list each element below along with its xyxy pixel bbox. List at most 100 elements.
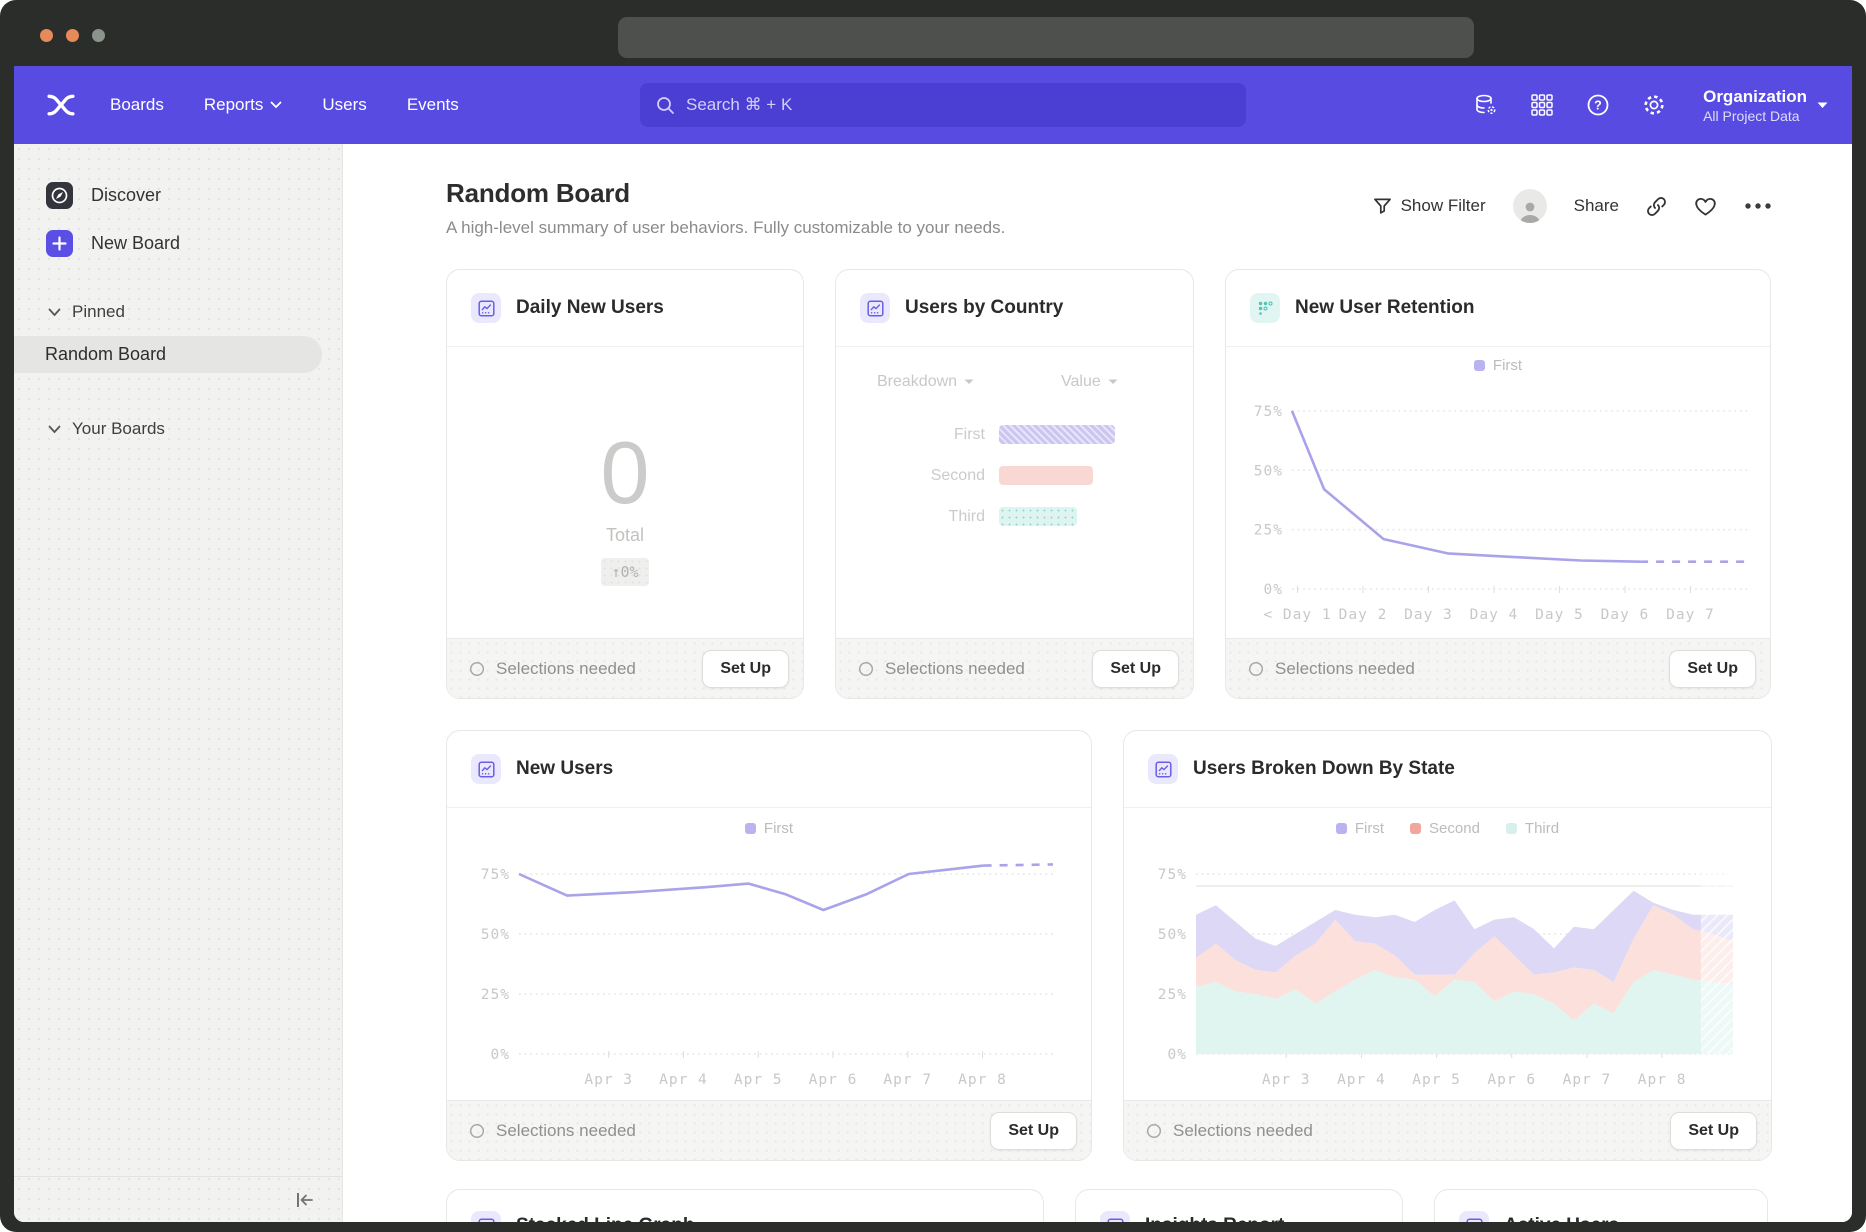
nav-item-label: Reports bbox=[204, 95, 264, 115]
window-close-button[interactable] bbox=[40, 29, 53, 42]
sidebar-item-new-board[interactable]: New Board bbox=[46, 230, 342, 257]
row-label: Third bbox=[836, 508, 999, 526]
svg-text:Apr 5: Apr 5 bbox=[734, 1072, 783, 1088]
card-new-users: New Users First 75%50%25%0%Apr 3Apr 4Apr… bbox=[446, 730, 1092, 1161]
sidebar-section-your-boards[interactable]: Your Boards bbox=[48, 419, 342, 439]
more-options-button[interactable] bbox=[1744, 202, 1772, 210]
card-active-users: Active Users bbox=[1434, 1189, 1768, 1222]
svg-text:Apr 4: Apr 4 bbox=[1337, 1072, 1386, 1088]
window-chrome bbox=[0, 0, 1866, 66]
org-name: Organization bbox=[1703, 86, 1807, 107]
legend-item: First bbox=[1474, 357, 1522, 374]
svg-text:25%: 25% bbox=[1254, 523, 1283, 539]
mixpanel-logo-icon[interactable] bbox=[46, 90, 76, 120]
svg-text:0%: 0% bbox=[1264, 582, 1283, 598]
compass-icon bbox=[46, 182, 73, 209]
set-up-button[interactable]: Set Up bbox=[1092, 650, 1179, 688]
card-daily-new-users: Daily New Users 0 Total ↑0% bbox=[446, 269, 804, 699]
value-dropdown[interactable]: Value bbox=[1061, 373, 1118, 391]
link-icon bbox=[1646, 196, 1667, 217]
favorite-button[interactable] bbox=[1694, 196, 1717, 217]
sidebar-section-label: Your Boards bbox=[72, 419, 165, 439]
settings-gear-icon[interactable] bbox=[1641, 92, 1667, 118]
svg-text:25%: 25% bbox=[481, 987, 510, 1003]
chevron-down-icon bbox=[48, 308, 61, 317]
svg-text:75%: 75% bbox=[1254, 404, 1283, 420]
plus-icon bbox=[46, 230, 73, 257]
svg-text:50%: 50% bbox=[1158, 927, 1187, 943]
data-management-icon[interactable] bbox=[1473, 92, 1499, 118]
svg-text:50%: 50% bbox=[481, 927, 510, 943]
show-filter-label: Show Filter bbox=[1401, 196, 1486, 216]
bar-third bbox=[999, 507, 1077, 526]
sidebar-section-pinned[interactable]: Pinned bbox=[48, 302, 342, 322]
card-title: Users by Country bbox=[905, 297, 1063, 319]
card-users-by-state: Users Broken Down By State FirstSecondTh… bbox=[1123, 730, 1772, 1161]
bar-first bbox=[999, 425, 1115, 444]
window-zoom-button[interactable] bbox=[92, 29, 105, 42]
svg-text:Apr 3: Apr 3 bbox=[1262, 1072, 1311, 1088]
avatar[interactable] bbox=[1513, 189, 1547, 223]
copy-link-button[interactable] bbox=[1646, 196, 1667, 217]
svg-text:0%: 0% bbox=[1168, 1047, 1187, 1063]
breakdown-dropdown[interactable]: Breakdown bbox=[877, 373, 974, 391]
set-up-button[interactable]: Set Up bbox=[1669, 650, 1756, 688]
page-subtitle: A high-level summary of user behaviors. … bbox=[446, 218, 1005, 238]
legend-item: First bbox=[745, 820, 793, 837]
show-filter-button[interactable]: Show Filter bbox=[1373, 196, 1486, 216]
status-text: Selections needed bbox=[496, 1121, 979, 1141]
metric-label: Total bbox=[606, 525, 644, 546]
share-button[interactable]: Share bbox=[1574, 196, 1619, 216]
svg-text:25%: 25% bbox=[1158, 987, 1187, 1003]
card-new-user-retention: New User Retention First 75%50%25%0%< Da… bbox=[1225, 269, 1771, 699]
sidebar-item-label: Random Board bbox=[45, 344, 166, 365]
person-icon bbox=[1517, 199, 1543, 223]
metric-delta-badge: ↑0% bbox=[601, 558, 648, 586]
chevron-down-icon bbox=[1817, 102, 1828, 109]
heart-icon bbox=[1694, 196, 1717, 217]
search-input[interactable]: Search ⌘ + K bbox=[640, 83, 1246, 127]
set-up-button[interactable]: Set Up bbox=[990, 1112, 1077, 1150]
ellipsis-icon bbox=[1744, 202, 1772, 210]
card-title: Stacked Line Graph bbox=[516, 1215, 694, 1222]
card-title: Active Users bbox=[1504, 1215, 1619, 1222]
chevron-down-icon bbox=[270, 101, 282, 109]
bar-second bbox=[999, 466, 1093, 485]
nav-item-users[interactable]: Users bbox=[322, 95, 366, 115]
apps-grid-icon[interactable] bbox=[1529, 92, 1555, 118]
browser-address-bar[interactable] bbox=[618, 17, 1474, 58]
status-circle-icon bbox=[858, 661, 874, 677]
line-chart-icon bbox=[471, 1211, 501, 1222]
org-switcher[interactable]: Organization All Project Data bbox=[1703, 86, 1828, 123]
set-up-button[interactable]: Set Up bbox=[702, 650, 789, 688]
svg-text:75%: 75% bbox=[1158, 867, 1187, 883]
svg-text:Day 6: Day 6 bbox=[1601, 607, 1650, 623]
status-text: Selections needed bbox=[1275, 659, 1658, 679]
nav-item-events[interactable]: Events bbox=[407, 95, 459, 115]
chart-legend: FirstSecondThird bbox=[1124, 820, 1771, 837]
svg-text:Apr 8: Apr 8 bbox=[1638, 1072, 1687, 1088]
sidebar-item-random-board[interactable]: Random Board bbox=[14, 336, 322, 373]
line-chart-icon bbox=[1459, 1211, 1489, 1222]
svg-text:75%: 75% bbox=[481, 867, 510, 883]
macos-window: Boards Reports Users Events Search ⌘ + K bbox=[0, 0, 1866, 1232]
breakdown-row: Second bbox=[836, 466, 1093, 485]
page-title: Random Board bbox=[446, 178, 1005, 209]
breakdown-row: Third bbox=[836, 507, 1077, 526]
search-icon bbox=[656, 96, 675, 115]
card-title: Users Broken Down By State bbox=[1193, 758, 1455, 780]
sidebar-item-discover[interactable]: Discover bbox=[46, 182, 342, 209]
status-circle-icon bbox=[469, 1123, 485, 1139]
top-navbar: Boards Reports Users Events Search ⌘ + K bbox=[14, 66, 1852, 144]
status-circle-icon bbox=[469, 661, 485, 677]
collapse-sidebar-icon[interactable] bbox=[294, 1190, 316, 1210]
nav-item-boards[interactable]: Boards bbox=[110, 95, 164, 115]
set-up-button[interactable]: Set Up bbox=[1670, 1112, 1757, 1150]
chevron-down-icon bbox=[964, 379, 974, 385]
svg-text:Apr 6: Apr 6 bbox=[1487, 1072, 1536, 1088]
window-minimize-button[interactable] bbox=[66, 29, 79, 42]
app-window: Boards Reports Users Events Search ⌘ + K bbox=[14, 66, 1852, 1222]
nav-item-reports[interactable]: Reports bbox=[204, 95, 283, 115]
help-icon[interactable]: ? bbox=[1585, 92, 1611, 118]
svg-text:< Day 1: < Day 1 bbox=[1263, 607, 1331, 623]
